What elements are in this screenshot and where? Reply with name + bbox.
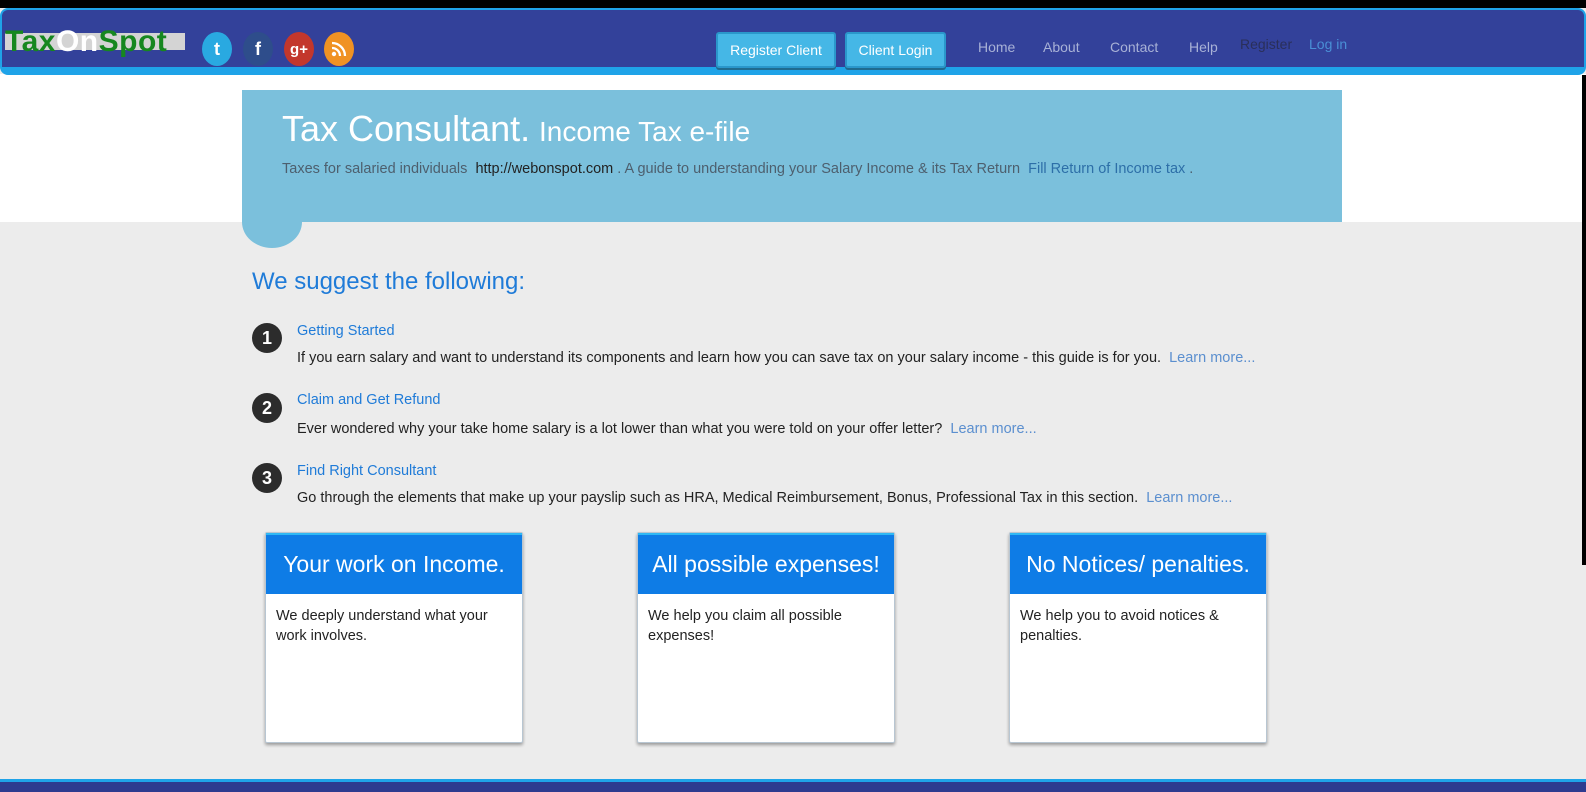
client-login-button[interactable]: Client Login bbox=[845, 32, 946, 68]
learn-more-link[interactable]: Learn more... bbox=[1169, 350, 1255, 366]
feature-card-expenses: All possible expenses! We help you claim… bbox=[637, 532, 895, 743]
hero-fill-return-link[interactable]: Fill Return of Income tax bbox=[1028, 161, 1185, 177]
hero-banner: Tax Consultant. Income Tax e-file Taxes … bbox=[242, 90, 1342, 248]
logo-on: On bbox=[55, 25, 99, 58]
top-border bbox=[0, 0, 1586, 8]
card-title: No Notices/ penalties. bbox=[1010, 533, 1266, 594]
step-title-claim-refund[interactable]: Claim and Get Refund bbox=[297, 392, 440, 408]
step-title-getting-started[interactable]: Getting Started bbox=[297, 323, 395, 339]
nav-about[interactable]: About bbox=[1043, 39, 1080, 55]
nav-help[interactable]: Help bbox=[1189, 39, 1218, 55]
learn-more-link[interactable]: Learn more... bbox=[1146, 490, 1232, 506]
step-description: Ever wondered why your take home salary … bbox=[297, 421, 1037, 437]
nav-register[interactable]: Register bbox=[1240, 36, 1292, 52]
rss-icon[interactable] bbox=[324, 32, 354, 66]
hero-site-link[interactable]: http://webonspot.com bbox=[475, 161, 613, 177]
suggest-heading: We suggest the following: bbox=[252, 268, 526, 295]
site-logo[interactable]: TaxOnSpot bbox=[5, 23, 187, 60]
feature-card-notices: No Notices/ penalties. We help you to av… bbox=[1009, 532, 1267, 743]
feature-card-income: Your work on Income. We deeply understan… bbox=[265, 532, 523, 743]
nav-login[interactable]: Log in bbox=[1309, 36, 1347, 52]
step-description: Go through the elements that make up you… bbox=[297, 490, 1233, 506]
step-number-3: 3 bbox=[252, 463, 282, 493]
card-body: We help you to avoid notices & penalties… bbox=[1020, 608, 1219, 644]
facebook-icon[interactable]: f bbox=[243, 32, 273, 66]
page-scrollbar[interactable] bbox=[1582, 75, 1586, 565]
step-number-1: 1 bbox=[252, 323, 282, 353]
step-number-2: 2 bbox=[252, 393, 282, 423]
logo-spot: Spot bbox=[98, 25, 168, 58]
card-body: We help you claim all possible expenses! bbox=[648, 608, 842, 644]
google-plus-icon[interactable]: g+ bbox=[284, 32, 314, 66]
step-title-find-consultant[interactable]: Find Right Consultant bbox=[297, 463, 436, 479]
hero-title-sub: Income Tax e-file bbox=[539, 116, 751, 147]
card-title: All possible expenses! bbox=[638, 533, 894, 594]
nav-contact[interactable]: Contact bbox=[1110, 39, 1158, 55]
nav-home[interactable]: Home bbox=[978, 39, 1015, 55]
logo-tax: Tax bbox=[5, 25, 56, 58]
hero-subtitle: Taxes for salaried individuals http://we… bbox=[282, 161, 1194, 177]
hero-curve bbox=[242, 222, 302, 248]
navbar: TaxOnSpot t f g+ Register Client Client … bbox=[0, 8, 1586, 75]
footer-bar bbox=[0, 779, 1586, 792]
step-description: If you earn salary and want to understan… bbox=[297, 350, 1256, 366]
hero-title: Tax Consultant. Income Tax e-file bbox=[282, 108, 750, 150]
rss-glyph bbox=[331, 41, 347, 57]
twitter-icon[interactable]: t bbox=[202, 32, 232, 66]
register-client-button[interactable]: Register Client bbox=[716, 32, 836, 68]
card-title: Your work on Income. bbox=[266, 533, 522, 594]
learn-more-link[interactable]: Learn more... bbox=[950, 421, 1036, 437]
card-body: We deeply understand what your work invo… bbox=[276, 608, 488, 644]
hero-title-main: Tax Consultant. bbox=[282, 108, 531, 149]
